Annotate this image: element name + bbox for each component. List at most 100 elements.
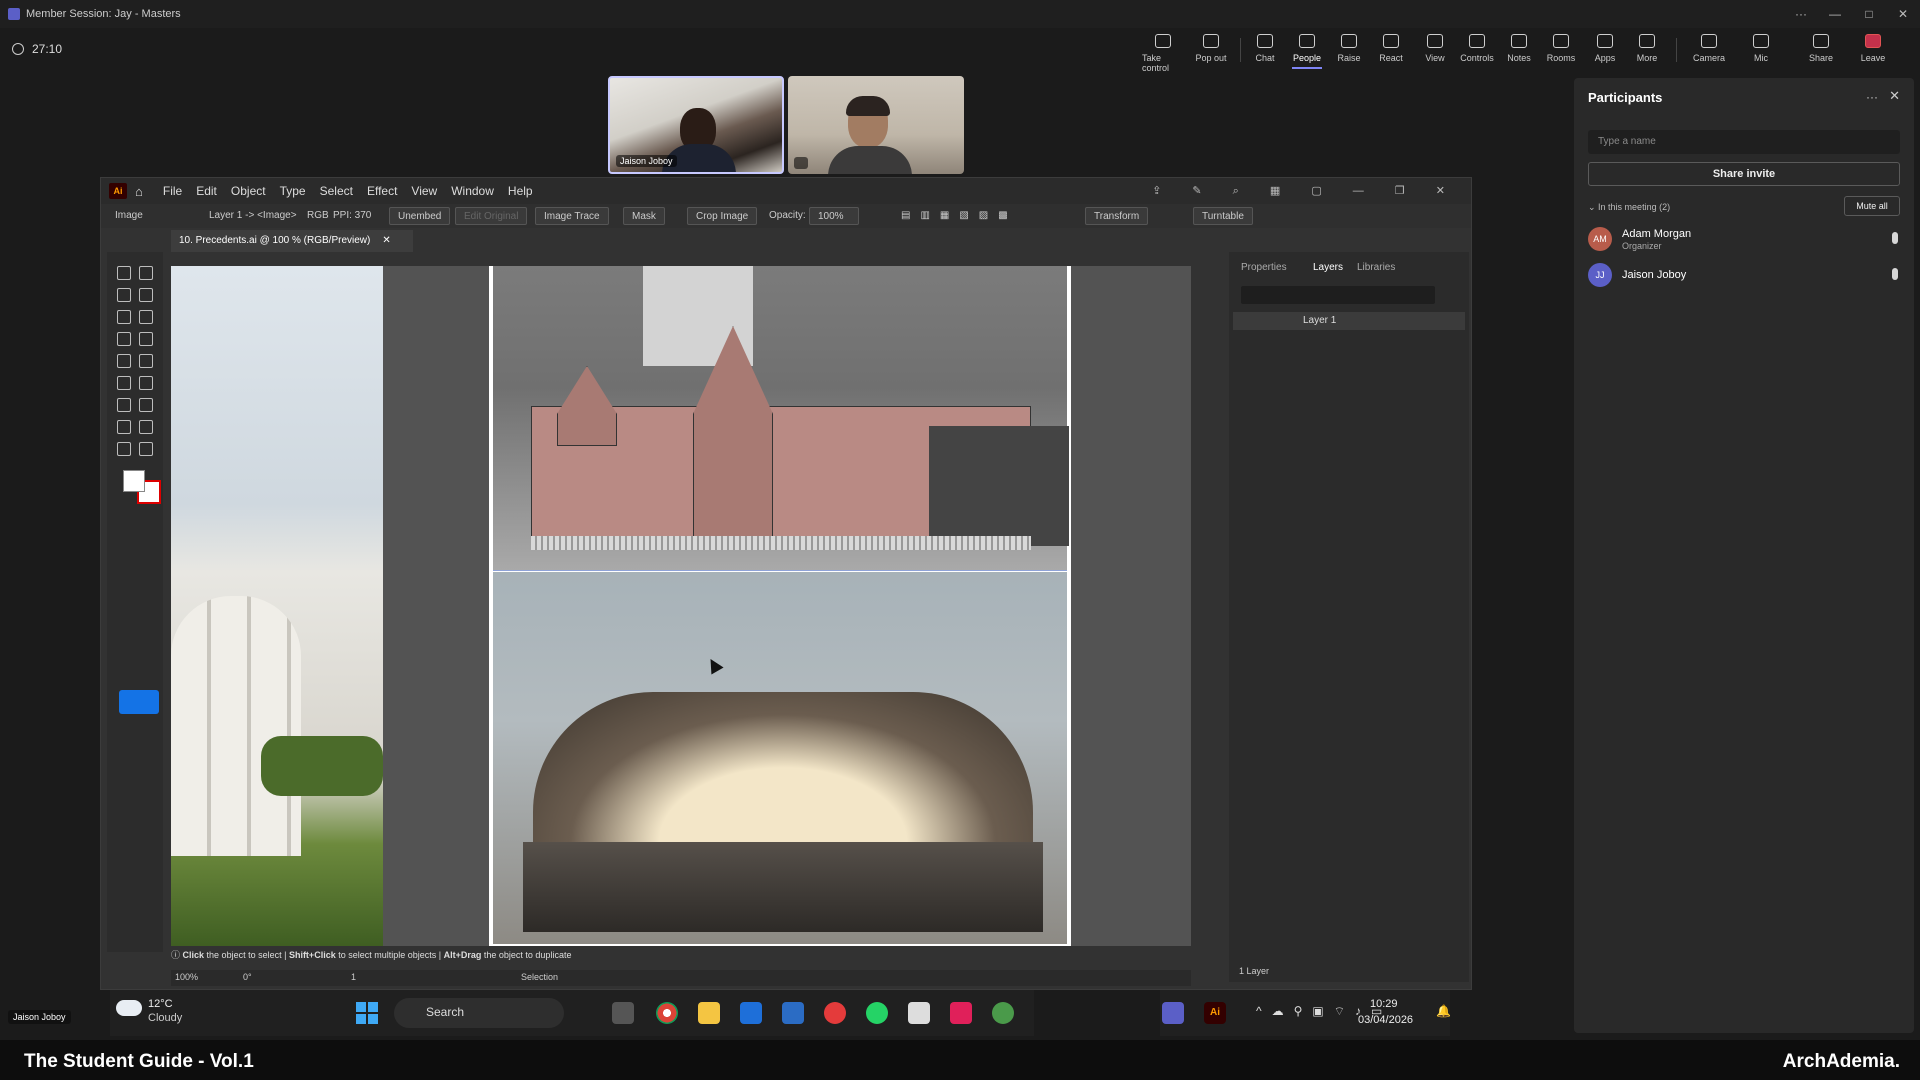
rectangle-tool-icon[interactable] — [117, 310, 131, 324]
toolbar-rooms-button[interactable]: Rooms — [1540, 34, 1582, 63]
toolbar-leave-button[interactable]: Leave — [1852, 34, 1894, 63]
toolbar-raise-button[interactable]: Raise — [1328, 34, 1370, 63]
video-tile-jaison[interactable]: Jaison Joboy — [608, 76, 784, 174]
brush-tool-icon[interactable] — [139, 310, 153, 324]
hand-tool-icon[interactable] — [117, 442, 131, 456]
precedent-illustration-brick[interactable] — [493, 266, 1069, 570]
edit-original-button[interactable]: Edit Original — [455, 207, 528, 225]
toolbar-apps-button[interactable]: Apps — [1584, 34, 1626, 63]
unembed-button[interactable]: Unembed — [389, 207, 451, 225]
notification-bell-icon[interactable]: 🔔 — [1436, 1004, 1451, 1018]
menu-select[interactable]: Select — [320, 184, 353, 198]
toolbar-react-button[interactable]: React — [1370, 34, 1412, 63]
menu-type[interactable]: Type — [280, 184, 306, 198]
snipping-tool-icon[interactable] — [908, 1002, 930, 1024]
mute-all-button[interactable]: Mute all — [1844, 196, 1900, 216]
task-view-icon[interactable] — [612, 1002, 634, 1024]
edit-toolbar-button[interactable] — [119, 690, 159, 714]
outlook-icon[interactable] — [740, 1002, 762, 1024]
precedent-photo-arches[interactable] — [171, 266, 383, 946]
in-meeting-section[interactable]: ⌄ In this meeting (2) — [1588, 202, 1670, 213]
align-icons[interactable]: ▤▥▦▧▨▩ — [901, 210, 1018, 221]
crop-image-button[interactable]: Crop Image — [687, 207, 758, 225]
close-button[interactable]: ✕ — [1886, 7, 1920, 21]
toolbar-take-control-button[interactable]: Take control — [1142, 34, 1184, 73]
toolbar-camera-button[interactable]: Camera — [1688, 34, 1730, 63]
menu-file[interactable]: File — [163, 184, 182, 198]
participant-search-input[interactable]: Type a name — [1588, 130, 1900, 154]
chrome-profile-icon[interactable] — [992, 1002, 1014, 1024]
close-tab-icon[interactable]: ✕ — [382, 235, 390, 246]
tab-libraries[interactable]: Libraries — [1357, 262, 1395, 273]
artboard-number[interactable]: 1 — [351, 972, 356, 982]
file-explorer-icon[interactable] — [698, 1002, 720, 1024]
toolbar-pop-out-button[interactable]: Pop out — [1190, 34, 1232, 63]
precedent-photo-vaults[interactable] — [493, 572, 1067, 944]
app-red-icon[interactable] — [824, 1002, 846, 1024]
document-tab[interactable]: 10. Precedents.ai @ 100 % (RGB/Preview) ✕ — [171, 230, 413, 252]
panel-close-icon[interactable]: ✕ — [1889, 88, 1900, 104]
layers-search-input[interactable] — [1241, 286, 1435, 304]
eyedropper-tool-icon[interactable] — [117, 398, 131, 412]
menu-window[interactable]: Window — [451, 184, 494, 198]
toolbar-view-button[interactable]: View — [1414, 34, 1456, 63]
image-trace-button[interactable]: Image Trace — [535, 207, 609, 225]
rotate-tool-icon[interactable] — [139, 332, 153, 346]
selection-tool-icon[interactable] — [117, 266, 131, 280]
menu-edit[interactable]: Edit — [196, 184, 217, 198]
store-icon[interactable] — [782, 1002, 804, 1024]
video-tile-participant-2[interactable] — [788, 76, 964, 174]
more-options-icon[interactable]: ··· — [1784, 7, 1818, 21]
gradient-tool-icon[interactable] — [117, 376, 131, 390]
opacity-input[interactable]: 100% — [809, 207, 859, 225]
zoom-tool-icon[interactable] — [139, 442, 153, 456]
lasso-tool-icon[interactable] — [139, 354, 153, 368]
menu-effect[interactable]: Effect — [367, 184, 397, 198]
teams-taskbar-icon[interactable] — [1162, 1002, 1184, 1024]
pen-tool-icon[interactable] — [117, 288, 131, 302]
toolbar-chat-button[interactable]: Chat — [1244, 34, 1286, 63]
minimize-button[interactable]: — — [1818, 7, 1852, 21]
clock-date[interactable]: 03/04/2026 — [1358, 1014, 1413, 1026]
turntable-button[interactable]: Turntable — [1193, 207, 1253, 225]
toolbar-people-button[interactable]: People — [1286, 34, 1328, 69]
blend-tool-icon[interactable] — [139, 398, 153, 412]
transform-button[interactable]: Transform — [1085, 207, 1149, 225]
mask-button[interactable]: Mask — [623, 207, 665, 225]
type-tool-icon[interactable] — [117, 332, 131, 346]
toolbar-notes-button[interactable]: Notes — [1498, 34, 1540, 63]
taskbar-search[interactable]: Search — [394, 998, 564, 1028]
whatsapp-icon[interactable] — [866, 1002, 888, 1024]
tab-properties[interactable]: Properties — [1241, 262, 1287, 273]
clock-time[interactable]: 10:29 — [1370, 998, 1398, 1010]
window-controls[interactable]: ⇪ ✎ ⌕ ▦ ▢ — ❐ ✕ — [1152, 184, 1459, 198]
weather-desc[interactable]: Cloudy — [148, 1012, 182, 1024]
toolbar-share-button[interactable]: Share — [1800, 34, 1842, 63]
mesh-tool-icon[interactable] — [139, 376, 153, 390]
home-icon[interactable]: ⌂ — [135, 184, 143, 199]
weather-temp[interactable]: 12°C — [148, 998, 173, 1010]
canvas-area[interactable] — [171, 266, 1191, 946]
toolbar-controls-button[interactable]: Controls — [1456, 34, 1498, 63]
illustrator-taskbar-icon[interactable]: Ai — [1204, 1002, 1226, 1024]
tab-layers[interactable]: Layers — [1313, 262, 1343, 273]
participant-row[interactable]: AM Adam Morgan Organizer — [1588, 224, 1900, 254]
artboard[interactable] — [489, 266, 1071, 946]
shape-builder-tool-icon[interactable] — [117, 420, 131, 434]
menu-object[interactable]: Object — [231, 184, 266, 198]
menu-help[interactable]: Help — [508, 184, 533, 198]
maximize-button[interactable]: □ — [1852, 7, 1886, 21]
direct-selection-tool-icon[interactable] — [139, 266, 153, 280]
acrobat-icon[interactable] — [950, 1002, 972, 1024]
share-invite-button[interactable]: Share invite — [1588, 162, 1900, 186]
rotation-select[interactable]: 0° — [243, 972, 252, 982]
panel-more-icon[interactable]: ··· — [1866, 90, 1878, 104]
menu-view[interactable]: View — [411, 184, 437, 198]
start-button[interactable] — [356, 1002, 378, 1024]
curvature-tool-icon[interactable] — [139, 288, 153, 302]
eraser-tool-icon[interactable] — [117, 354, 131, 368]
layer-row[interactable]: Layer 1 — [1233, 312, 1465, 330]
toolbar-more-button[interactable]: More — [1626, 34, 1668, 63]
toolbar-mic-button[interactable]: Mic — [1740, 34, 1782, 63]
chrome-icon[interactable] — [656, 1002, 678, 1024]
